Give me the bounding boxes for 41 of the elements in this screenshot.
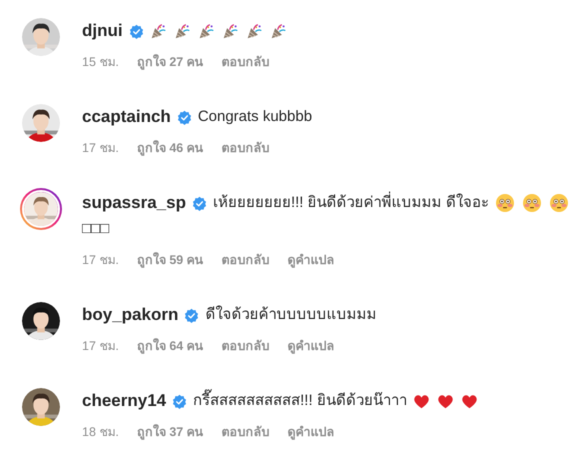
translate-link[interactable]: ดูคำแปล: [288, 422, 335, 442]
translate-link[interactable]: ดูคำแปล: [288, 250, 335, 270]
party-popper-icon: [174, 22, 191, 40]
username-link[interactable]: djnui: [82, 18, 123, 44]
likes-count-link[interactable]: ถูกใจ 27 คน: [136, 52, 204, 72]
username-link[interactable]: cheerny14: [82, 388, 166, 414]
likes-count-link[interactable]: ถูกใจ 64 คน: [136, 336, 204, 356]
party-popper-icon: [222, 22, 239, 40]
likes-count-link[interactable]: ถูกใจ 37 คน: [136, 422, 204, 442]
flushed-face-icon: [548, 193, 569, 213]
timestamp: 15 ชม.: [82, 54, 119, 71]
reply-link[interactable]: ตอบกลับ: [222, 52, 270, 72]
timestamp: 17 ชม.: [82, 252, 119, 269]
likes-count-link[interactable]: ถูกใจ 59 คน: [136, 250, 204, 270]
heart-icon: [460, 392, 478, 410]
comment-text: ดีใจด้วยค้าบบบบบแบมมม: [205, 304, 376, 325]
comment-text: Congrats kubbbb: [198, 107, 312, 127]
comment-text: กรี๊สสสสสสสสสส!!! ยินดีด้วยน๊าาา: [193, 388, 407, 414]
party-popper-icon: [150, 22, 167, 40]
party-popper-icon: [198, 22, 215, 40]
comment-text: □□□: [82, 219, 110, 239]
flushed-face-icon: [522, 193, 542, 213]
username-link[interactable]: boy_pakorn: [82, 302, 178, 328]
party-popper-icon: [246, 22, 263, 40]
username-link[interactable]: ccaptainch: [82, 104, 171, 130]
likes-count-link[interactable]: ถูกใจ 46 คน: [136, 138, 204, 158]
heart-icon: [412, 392, 430, 410]
comment-text: เห้ยยยยยยย!!! ยินดีด้วยค่าพี่แบมมม ดีใจอะ: [212, 190, 489, 216]
reply-link[interactable]: ตอบกลับ: [222, 336, 270, 356]
timestamp: 17 ชม.: [82, 140, 119, 157]
flushed-face-icon: [494, 193, 515, 213]
heart-icon: [436, 392, 454, 410]
username-link[interactable]: supassra_sp: [82, 190, 186, 216]
timestamp: 17 ชม.: [82, 338, 119, 355]
translate-link[interactable]: ดูคำแปล: [288, 336, 335, 356]
timestamp: 18 ชม.: [82, 424, 119, 441]
reply-link[interactable]: ตอบกลับ: [222, 250, 270, 270]
story-ring[interactable]: [20, 188, 62, 230]
party-popper-icon: [270, 22, 287, 40]
reply-link[interactable]: ตอบกลับ: [222, 138, 270, 158]
reply-link[interactable]: ตอบกลับ: [222, 422, 270, 442]
